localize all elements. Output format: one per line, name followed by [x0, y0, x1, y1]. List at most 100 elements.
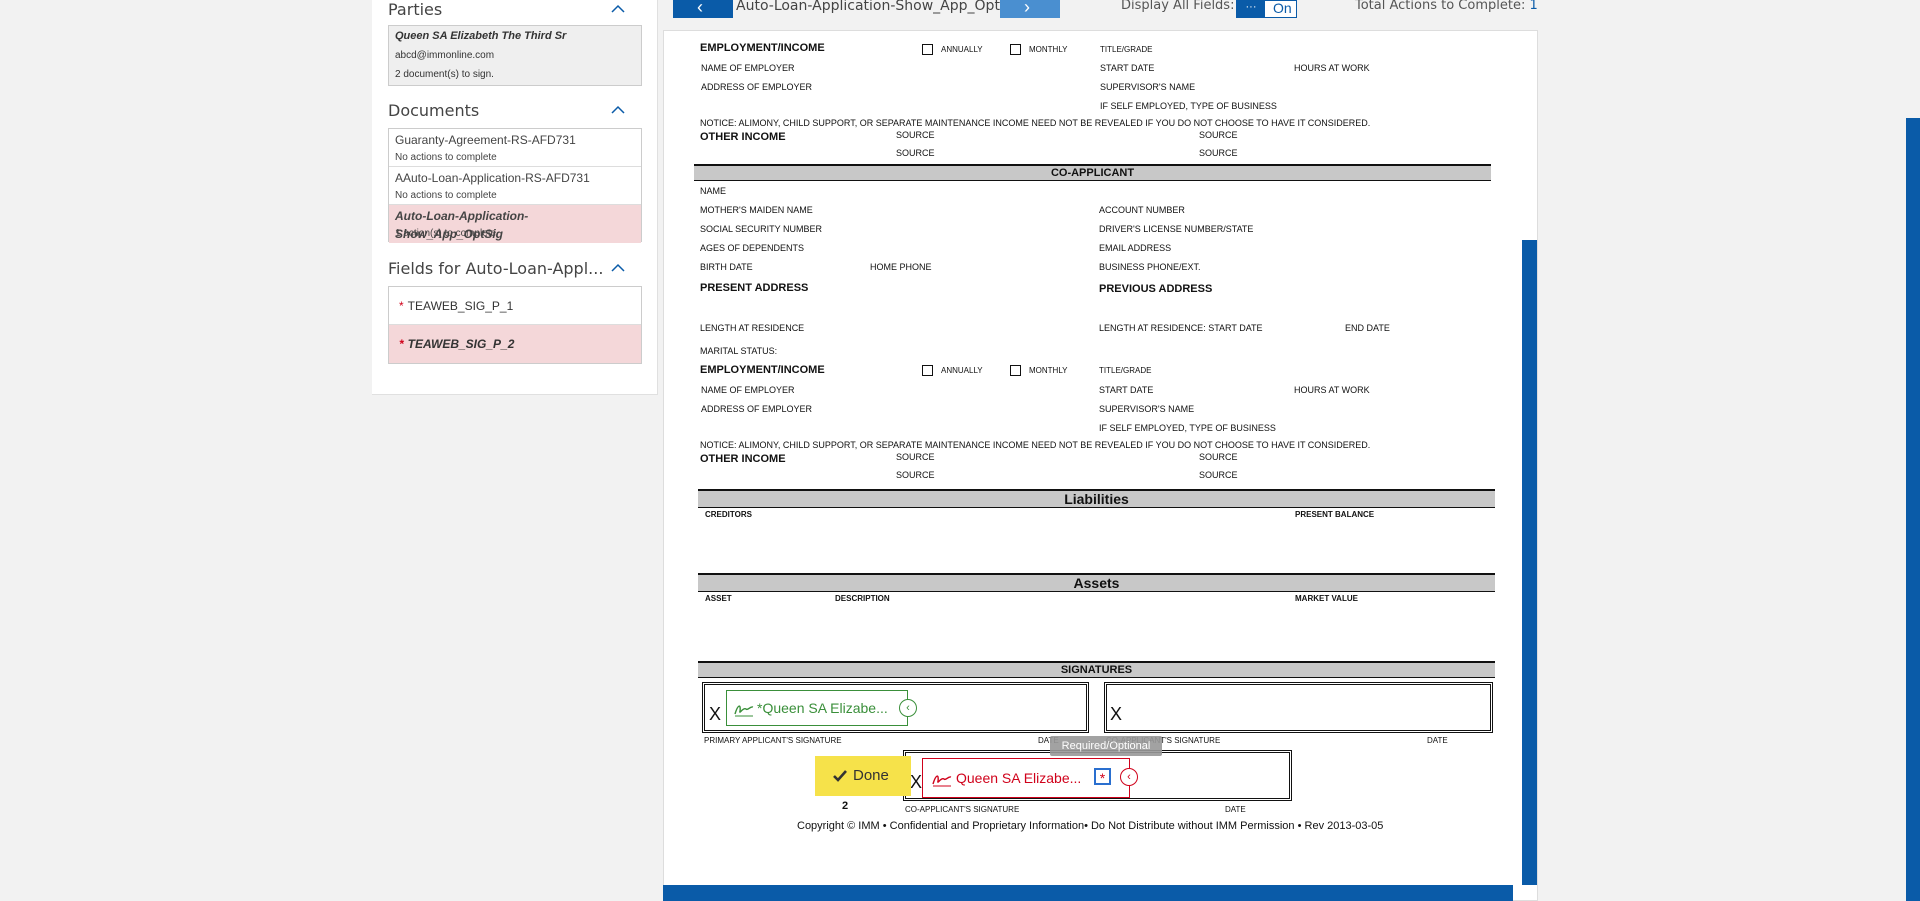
document-status: No actions to complete — [395, 190, 497, 201]
start-date-label: START DATE — [1099, 385, 1154, 395]
display-all-fields-toggle[interactable]: ··· On — [1236, 0, 1297, 18]
source-label: SOURCE — [896, 452, 935, 462]
document-name: Guaranty-Agreement-RS-AFD731 — [395, 133, 576, 147]
source-label: SOURCE — [896, 470, 935, 480]
fields-heading: Fields for Auto-Loan-Appl... — [388, 259, 604, 278]
total-actions-label: Total Actions to Complete: — [1355, 0, 1526, 13]
document-name: AAuto-Loan-Application-RS-AFD731 — [395, 171, 590, 185]
done-button[interactable]: Done — [815, 756, 911, 796]
signed-signature-label: *Queen SA Elizabe... — [757, 700, 888, 716]
signed-signature-field[interactable]: *Queen SA Elizabe... — [726, 690, 908, 726]
document-item[interactable]: AAuto-Loan-Application-RS-AFD731 No acti… — [389, 167, 641, 205]
home-phone-label: HOME PHONE — [870, 262, 932, 272]
next-document-button[interactable]: › — [1000, 0, 1060, 18]
title-grade-label: TITLE/GRADE — [1099, 366, 1152, 375]
copyright-text: Copyright © IMM • Confidential and Propr… — [797, 820, 1384, 832]
collapse-parties-chevron-icon[interactable] — [611, 4, 625, 16]
mothers-maiden-name-label: MOTHER'S MAIDEN NAME — [700, 205, 813, 215]
signature-pen-icon — [932, 775, 952, 787]
address-of-employer-label: ADDRESS OF EMPLOYER — [701, 404, 813, 414]
document-status: No actions to complete — [395, 152, 497, 163]
checkmark-icon — [833, 770, 847, 782]
monthly-checkbox[interactable] — [1010, 365, 1021, 376]
signature-x-mark: X — [709, 704, 722, 724]
start-date-label: START DATE — [1100, 63, 1155, 73]
birth-date-label: BIRTH DATE — [700, 262, 753, 272]
prev-document-button[interactable]: ‹ — [673, 0, 733, 18]
party-docs-count: 2 document(s) to sign. — [395, 69, 494, 80]
length-at-residence-label: LENGTH AT RESIDENCE — [700, 323, 805, 333]
annually-label: ANNUALLY — [941, 366, 983, 375]
creditors-label: CREDITORS — [705, 510, 752, 519]
required-optional-tooltip: Required/Optional — [1050, 736, 1162, 756]
annually-checkbox[interactable] — [922, 365, 933, 376]
page-scrollbar[interactable] — [1906, 118, 1920, 901]
toggle-handle-icon: ··· — [1237, 1, 1265, 18]
self-employed-label: IF SELF EMPLOYED, TYPE OF BUSINESS — [1099, 423, 1276, 433]
description-label: DESCRIPTION — [835, 594, 890, 603]
notice-text: NOTICE: ALIMONY, CHILD SUPPORT, OR SEPAR… — [700, 440, 1371, 450]
parties-heading: Parties — [388, 0, 443, 19]
drivers-license-label: DRIVER'S LICENSE NUMBER/STATE — [1099, 224, 1254, 234]
signature-options-icon[interactable]: ‹ — [1120, 768, 1138, 786]
monthly-checkbox[interactable] — [1010, 44, 1021, 55]
done-count-badge: 2 — [842, 800, 849, 812]
documents-heading: Documents — [388, 101, 480, 120]
self-employed-label: IF SELF EMPLOYED, TYPE OF BUSINESS — [1100, 101, 1277, 111]
account-number-label: ACCOUNT NUMBER — [1099, 205, 1185, 215]
signature-x-mark: X — [910, 772, 923, 792]
fields-list: * TEAWEB_SIG_P_1 * TEAWEB_SIG_P_2 — [388, 286, 642, 364]
previous-address-heading: PREVIOUS ADDRESS — [1099, 283, 1213, 295]
party-name: Queen SA Elizabeth The Third Sr — [395, 30, 567, 42]
toggle-state: On — [1273, 0, 1292, 16]
collapse-fields-chevron-icon[interactable] — [611, 263, 625, 275]
marital-status-label: MARITAL STATUS: — [700, 346, 778, 356]
document-title: Auto-Loan-Application-Show_App_OptSig — [736, 0, 1022, 14]
horizontal-scrollbar[interactable] — [663, 885, 1513, 901]
field-item[interactable]: * TEAWEB_SIG_P_1 — [389, 287, 641, 325]
source-label: SOURCE — [1199, 148, 1238, 158]
party-card[interactable]: Queen SA Elizabeth The Third Sr abcd@imm… — [388, 25, 642, 86]
annually-label: ANNUALLY — [941, 45, 983, 54]
source-label: SOURCE — [1199, 470, 1238, 480]
document-item[interactable]: Guaranty-Agreement-RS-AFD731 No actions … — [389, 129, 641, 167]
other-income-heading: OTHER INCOME — [700, 453, 786, 465]
document-item-active[interactable]: Auto-Loan-Application-Show_App_OptSig 1 … — [389, 205, 641, 243]
collapse-documents-chevron-icon[interactable] — [611, 105, 625, 117]
co-applicant-header: CO-APPLICANT — [694, 164, 1491, 181]
present-address-heading: PRESENT ADDRESS — [700, 282, 809, 294]
chevron-left-icon: ‹ — [697, 0, 703, 17]
date-label: DATE — [1225, 805, 1246, 814]
annually-checkbox[interactable] — [922, 44, 933, 55]
address-of-employer-label: ADDRESS OF EMPLOYER — [701, 82, 813, 92]
vertical-scrollbar[interactable] — [1522, 240, 1537, 885]
assets-header: Assets — [698, 573, 1495, 592]
supervisors-name-label: SUPERVISOR'S NAME — [1100, 82, 1196, 92]
total-actions-value: 1 — [1529, 0, 1538, 13]
liabilities-header: Liabilities — [698, 489, 1495, 508]
document-name: Auto-Loan-Application-Show_App_OptSig — [395, 209, 529, 241]
signature-options-icon[interactable]: ‹ — [899, 699, 917, 717]
name-of-employer-label: NAME OF EMPLOYER — [701, 385, 795, 395]
co-applicant-signature-label: CO-APPLICANT'S SIGNATURE — [905, 805, 1020, 814]
co-applicant-signature-box — [1104, 682, 1493, 733]
date-label: DATE — [1427, 736, 1448, 745]
document-status: 1 action(s) to complete — [395, 228, 497, 239]
required-toggle-checkbox[interactable]: * — [1094, 768, 1111, 786]
signature-pen-icon — [734, 705, 754, 717]
required-star-icon: * — [399, 299, 404, 313]
end-date-label: END DATE — [1345, 323, 1390, 333]
done-label: Done — [853, 767, 889, 784]
monthly-label: MONTHLY — [1029, 366, 1068, 375]
hours-at-work-label: HOURS AT WORK — [1294, 63, 1370, 73]
total-actions: Total Actions to Complete: 1 — [1355, 0, 1538, 13]
signatures-header: SIGNATURES — [698, 661, 1495, 678]
signature-x-mark: X — [1110, 704, 1123, 724]
title-grade-label: TITLE/GRADE — [1100, 45, 1153, 54]
source-label: SOURCE — [896, 148, 935, 158]
field-item-active[interactable]: * TEAWEB_SIG_P_2 — [389, 325, 641, 363]
hours-at-work-label: HOURS AT WORK — [1294, 385, 1370, 395]
name-label: NAME — [700, 186, 727, 196]
name-of-employer-label: NAME OF EMPLOYER — [701, 63, 795, 73]
chevron-right-icon: › — [1024, 0, 1030, 17]
